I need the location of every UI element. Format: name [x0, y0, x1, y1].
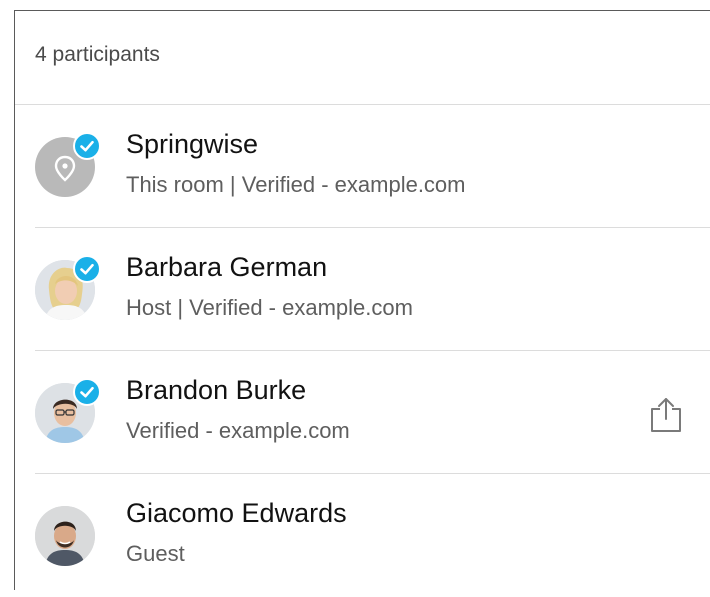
verified-badge-icon [73, 132, 101, 160]
participant-subtitle: This room | Verified - example.com [126, 172, 466, 197]
avatar-photo [35, 506, 95, 566]
participant-subtitle: Host | Verified - example.com [126, 295, 413, 320]
participant-row[interactable]: Brandon Burke Verified - example.com [35, 351, 710, 474]
participant-row[interactable]: Giacomo Edwards Guest [35, 474, 710, 597]
verified-badge-icon [73, 378, 101, 406]
participant-name: Brandon Burke [126, 375, 307, 405]
avatar [35, 506, 95, 566]
participant-name: Giacomo Edwards [126, 498, 347, 528]
participant-subtitle: Guest [126, 541, 185, 566]
avatar [35, 378, 101, 443]
verified-badge-icon [73, 255, 101, 283]
participant-subtitle: Verified - example.com [126, 418, 350, 443]
participant-name: Springwise [126, 129, 259, 159]
participants-count: 4 participants [15, 11, 710, 105]
share-icon[interactable] [646, 395, 686, 435]
avatar [35, 255, 101, 320]
participant-name: Barbara German [126, 252, 328, 282]
participant-row[interactable]: Barbara German Host | Verified - example… [35, 228, 710, 351]
room-avatar [35, 132, 101, 197]
participant-row[interactable]: Springwise This room | Verified - exampl… [35, 105, 710, 228]
participants-panel: 4 participants Springwise This room | Ve… [14, 10, 710, 590]
